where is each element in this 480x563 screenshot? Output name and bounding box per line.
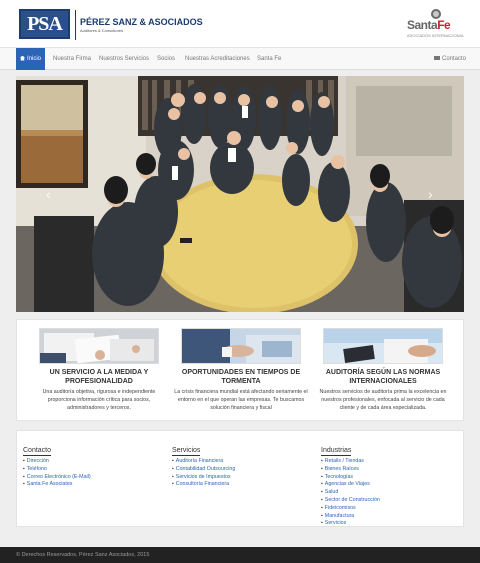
chevron-right-icon[interactable]: ›: [428, 186, 433, 202]
footer-link[interactable]: Tecnologías: [321, 474, 380, 482]
chevron-left-icon[interactable]: ‹: [46, 186, 51, 202]
nav-contact-label: Contacto: [442, 56, 467, 62]
santa-fe-tagline: ASOCIADOS INTERNACIONAL: [407, 33, 465, 38]
service-description: La crisis financiera mundial está afecta…: [174, 389, 308, 411]
footer-link[interactable]: Retails / Tiendas: [321, 458, 380, 466]
team-photo: [16, 76, 464, 312]
footer-link[interactable]: Correo Electrónico (E-Mail): [23, 474, 91, 482]
santa-fe-name-a: Santa: [407, 18, 438, 32]
footer-link[interactable]: Salud: [321, 489, 380, 497]
logo-divider: [75, 10, 76, 40]
footer-link[interactable]: Bienes Raíces: [321, 466, 380, 474]
nav-item-santa-fe[interactable]: Santa Fe: [257, 48, 281, 70]
firm-name: PÉREZ SANZ & ASOCIADOS: [80, 17, 203, 27]
nav-item-label: Inicio: [27, 56, 42, 62]
footer-column-contacto: Contacto Dirección Teléfono Correo Elect…: [23, 439, 91, 489]
nav-item-inicio[interactable]: Inicio: [16, 48, 46, 70]
footer-column-industrias: Industrias Retails / Tiendas Bienes Raíc…: [321, 439, 380, 528]
nav-item-acreditaciones[interactable]: Nuestras Acreditaciones: [185, 48, 250, 70]
services-section: UN SERVICIO A LA MEDIDA Y PROFESIONALIDA…: [16, 319, 464, 421]
service-image-handshake: [181, 328, 301, 364]
hero-carousel[interactable]: ‹ ›: [16, 76, 464, 312]
nav-item-nuestra-firma[interactable]: Nuestra Firma: [53, 48, 91, 70]
footer-list: Retails / Tiendas Bienes Raíces Tecnolog…: [321, 458, 380, 528]
nav-item-contacto[interactable]: Contacto: [434, 48, 466, 70]
service-image-art: [182, 329, 300, 363]
footer-link[interactable]: Manufactura: [321, 513, 380, 521]
service-image-documents: [39, 328, 159, 364]
service-image-art: [324, 329, 442, 363]
footer-link[interactable]: Dirección: [23, 458, 91, 466]
footer-link[interactable]: Consultoría Financiera: [172, 481, 235, 489]
santa-fe-name-b: Fe: [437, 18, 451, 32]
psa-logo[interactable]: PSA: [19, 9, 70, 39]
santa-fe-logo[interactable]: SantaFe ASOCIADOS INTERNACIONAL: [405, 8, 467, 40]
footer-heading: Industrias: [321, 447, 352, 456]
footer-link[interactable]: Contabilidad Outsourcing: [172, 466, 235, 474]
footer-column-servicios: Servicios Auditoría Financiera Contabili…: [172, 439, 235, 489]
service-image-calculator: [323, 328, 443, 364]
footer-link[interactable]: Teléfono: [23, 466, 91, 474]
footer-link[interactable]: Agencias de Viajes: [321, 481, 380, 489]
footer-heading: Contacto: [23, 447, 52, 456]
service-image-art: [40, 329, 158, 363]
nav-item-socios[interactable]: Socios: [157, 48, 175, 70]
main-nav: Inicio Nuestra Firma Nuestros Servicios …: [0, 47, 480, 70]
footer-link[interactable]: Sector de Construcción: [321, 497, 380, 505]
service-description: Una auditoría objetiva, rigurosa e indep…: [42, 389, 156, 411]
santa-fe-name: SantaFe: [407, 18, 451, 32]
footer-heading: Servicios: [172, 447, 201, 456]
service-title: AUDITORÍA SEGÚN LAS NORMAS INTERNACIONAL…: [325, 369, 441, 385]
footer-link[interactable]: Fideicomisos: [321, 505, 380, 513]
footer-link[interactable]: Servicios de Impuestos: [172, 474, 235, 482]
footer-list: Dirección Teléfono Correo Electrónico (E…: [23, 458, 91, 489]
service-title: UN SERVICIO A LA MEDIDA Y PROFESIONALIDA…: [49, 369, 149, 385]
nav-item-nuestros-servicios[interactable]: Nuestros Servicios: [99, 48, 149, 70]
service-title: OPORTUNIDADES EN TIEMPOS DE TORMENTA: [181, 369, 301, 385]
firm-tagline: Auditores & Consultores: [80, 28, 124, 33]
site-header: PSA PÉREZ SANZ & ASOCIADOS Auditores & C…: [0, 0, 480, 47]
footer-link[interactable]: Auditoría Financiera: [172, 458, 235, 466]
footer-list: Auditoría Financiera Contabilidad Outsou…: [172, 458, 235, 489]
footer-links: Contacto Dirección Teléfono Correo Elect…: [16, 430, 464, 527]
service-description: Nuestros servicios de auditoría prima la…: [319, 389, 447, 411]
footer-link[interactable]: Servicios: [321, 520, 380, 528]
footer-link[interactable]: Santa Fe Asociates: [23, 481, 91, 489]
home-icon: [20, 55, 25, 61]
copyright-bar: © Derechos Reservados, Pérez Sanz Asocia…: [0, 547, 480, 563]
envelope-icon: [434, 56, 440, 60]
